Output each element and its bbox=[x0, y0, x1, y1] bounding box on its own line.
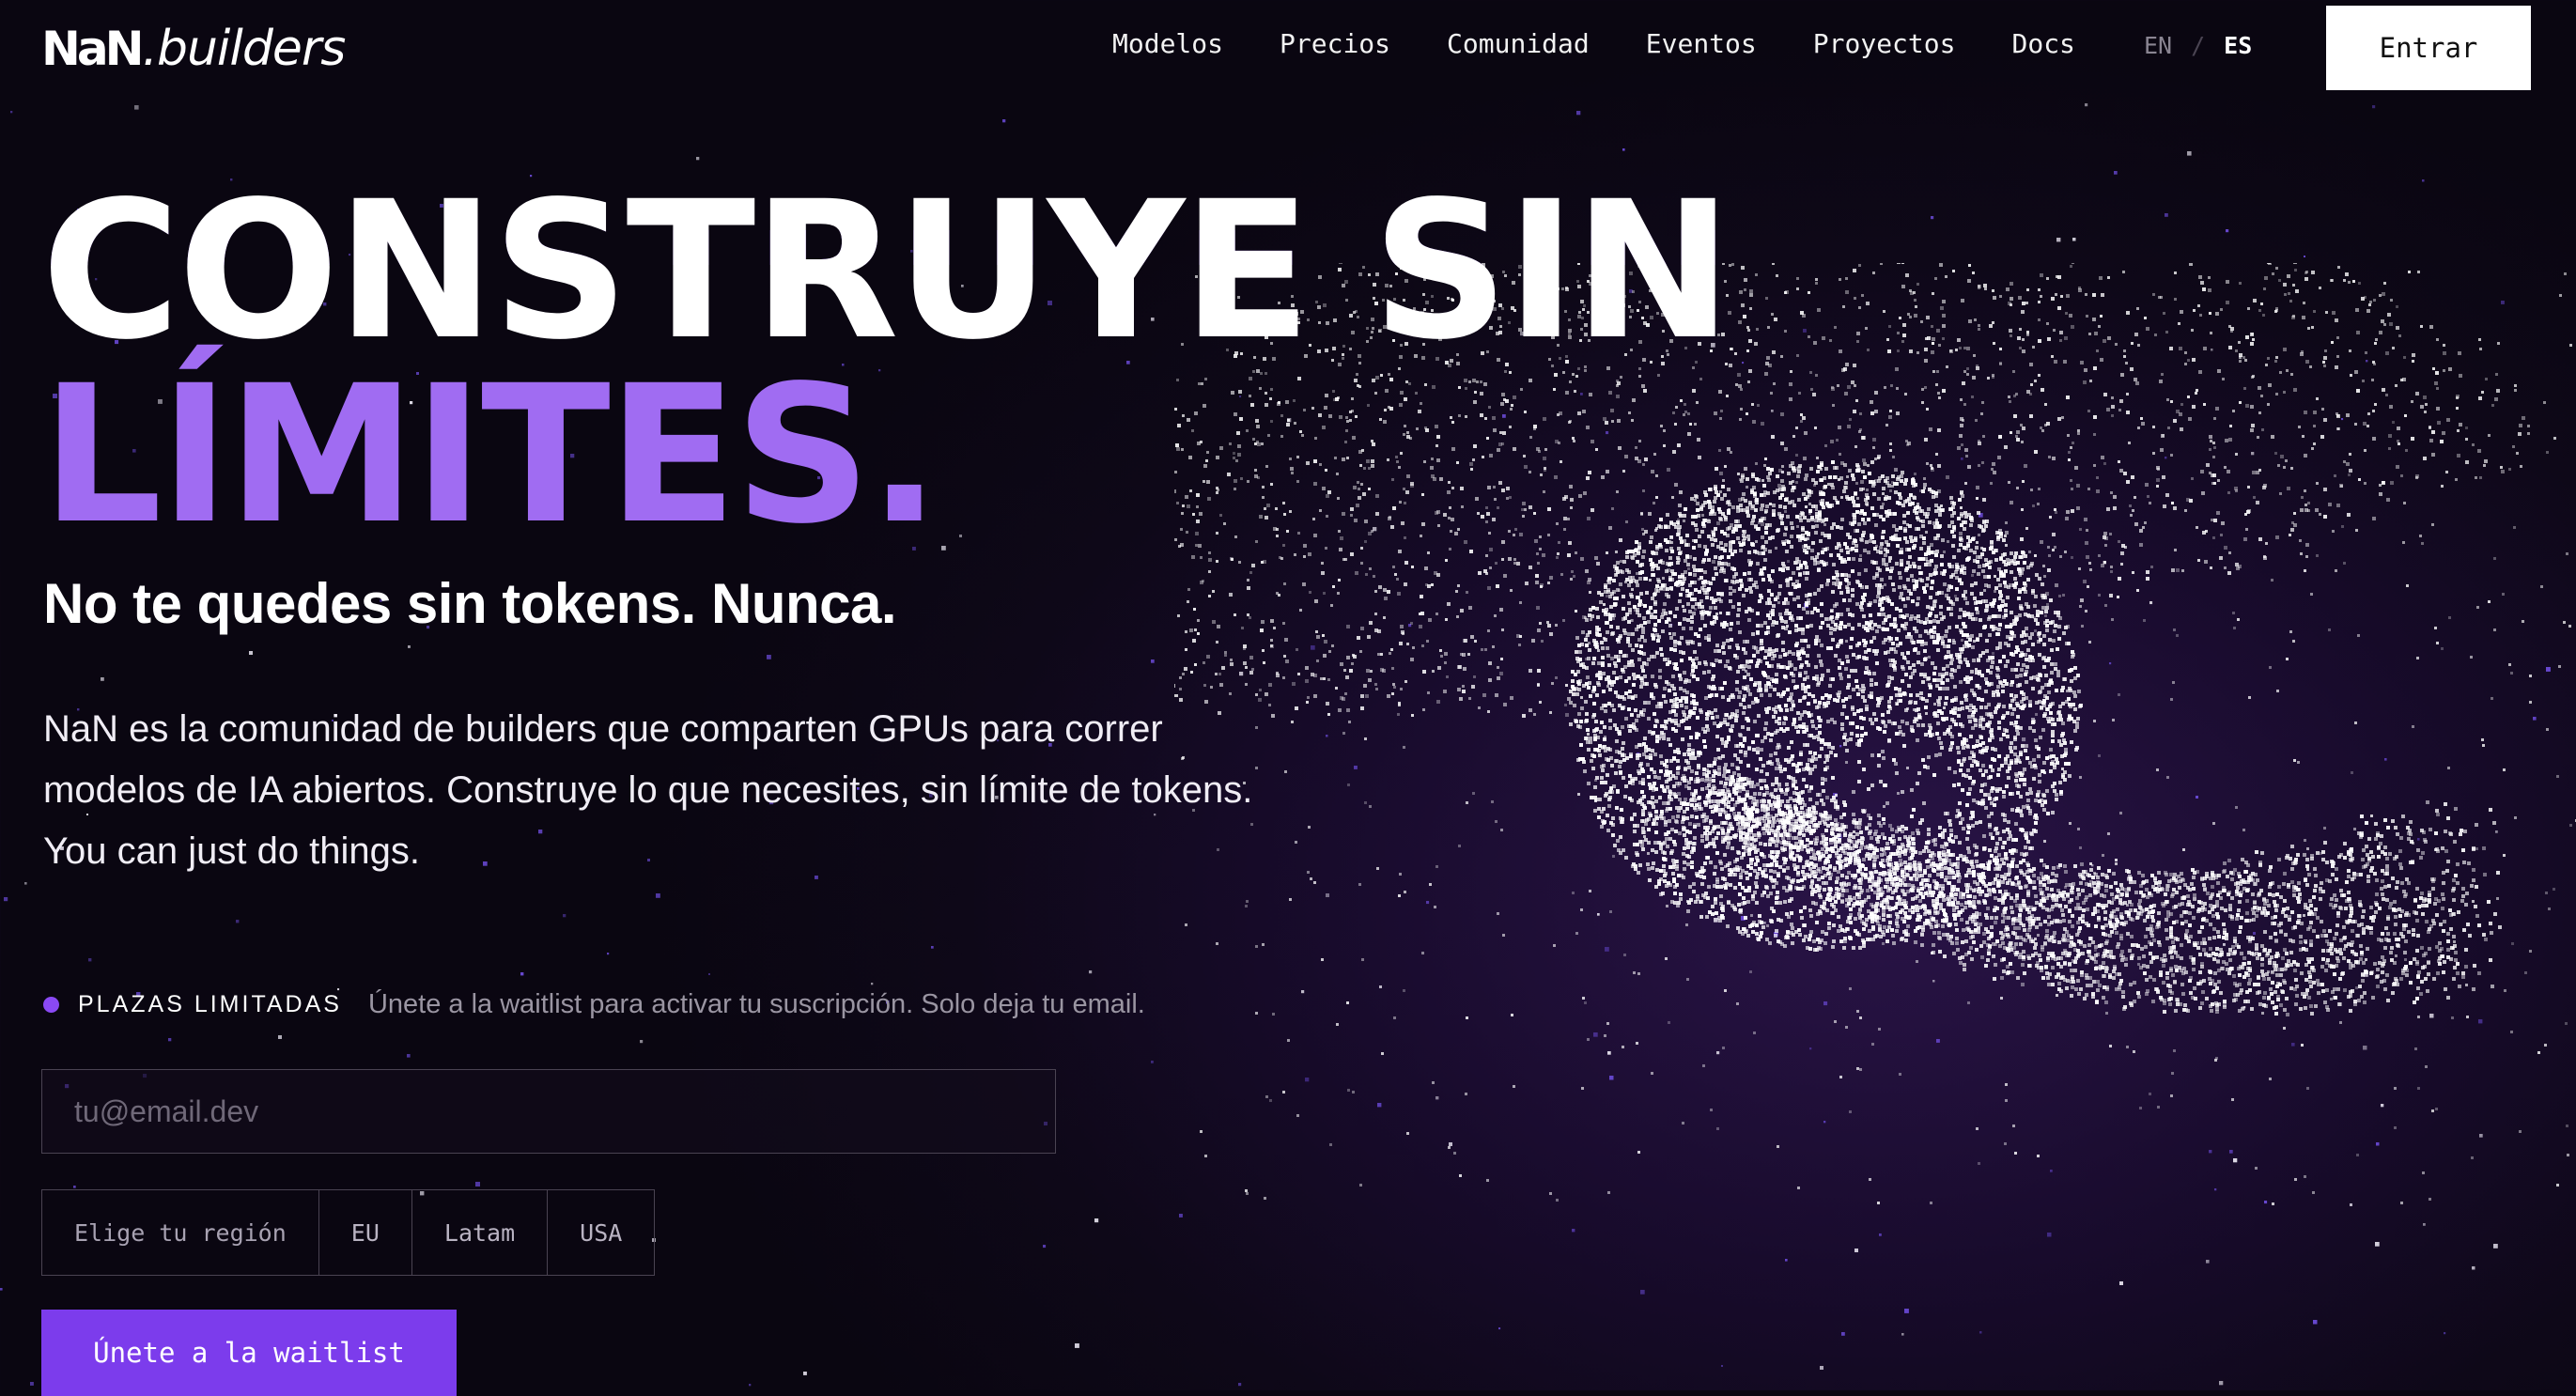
region-selector-label: Elige tu región bbox=[42, 1190, 319, 1275]
brand-logo[interactable]: NaN .builders bbox=[41, 21, 346, 77]
login-button[interactable]: Entrar bbox=[2326, 6, 2531, 90]
hero-description: NaN es la comunidad de builders que comp… bbox=[43, 708, 1253, 872]
brand-mark: NaN bbox=[41, 22, 144, 76]
nav-link-modelos[interactable]: Modelos bbox=[1112, 28, 1223, 59]
nav-link-precios[interactable]: Precios bbox=[1280, 28, 1390, 59]
language-switcher: EN / ES bbox=[2144, 32, 2252, 59]
nav-link-docs[interactable]: Docs bbox=[2011, 28, 2074, 59]
hero-subtitle: No te quedes sin tokens. Nunca. bbox=[43, 572, 897, 635]
main-nav: Modelos Precios Comunidad Eventos Proyec… bbox=[1112, 28, 2132, 59]
lang-en-option[interactable]: EN bbox=[2144, 32, 2172, 59]
limited-spots-badge: PLAZAS LIMITADAS bbox=[78, 991, 342, 1017]
hero-title: CONSTRUYE SIN LÍMITES. bbox=[41, 160, 1732, 566]
region-option-eu[interactable]: EU bbox=[319, 1190, 412, 1275]
hero-title-line2: LÍMITES. bbox=[41, 344, 940, 566]
join-waitlist-button[interactable]: Únete a la waitlist bbox=[41, 1310, 457, 1396]
region-option-usa[interactable]: USA bbox=[548, 1190, 654, 1275]
region-option-latam[interactable]: Latam bbox=[412, 1190, 549, 1275]
waitlist-note: Únete a la waitlist para activar tu susc… bbox=[367, 989, 1145, 1019]
lang-separator: / bbox=[2191, 32, 2206, 59]
status-dot-icon bbox=[43, 997, 59, 1013]
hero-title-line1-wrap: CONSTRUYE SIN bbox=[41, 160, 1732, 381]
hero-title-line1: CONSTRUYE SIN bbox=[41, 160, 1732, 381]
waitlist-notice: PLAZAS LIMITADAS Únete a la waitlist par… bbox=[43, 989, 1145, 1020]
nav-link-proyectos[interactable]: Proyectos bbox=[1813, 28, 1956, 59]
region-selector: Elige tu región EU Latam USA bbox=[41, 1189, 656, 1276]
nav-link-eventos[interactable]: Eventos bbox=[1646, 28, 1757, 59]
brand-name: .builders bbox=[142, 21, 346, 77]
lang-es-option[interactable]: ES bbox=[2224, 32, 2252, 59]
email-input[interactable] bbox=[41, 1069, 1056, 1154]
nav-link-comunidad[interactable]: Comunidad bbox=[1447, 28, 1590, 59]
